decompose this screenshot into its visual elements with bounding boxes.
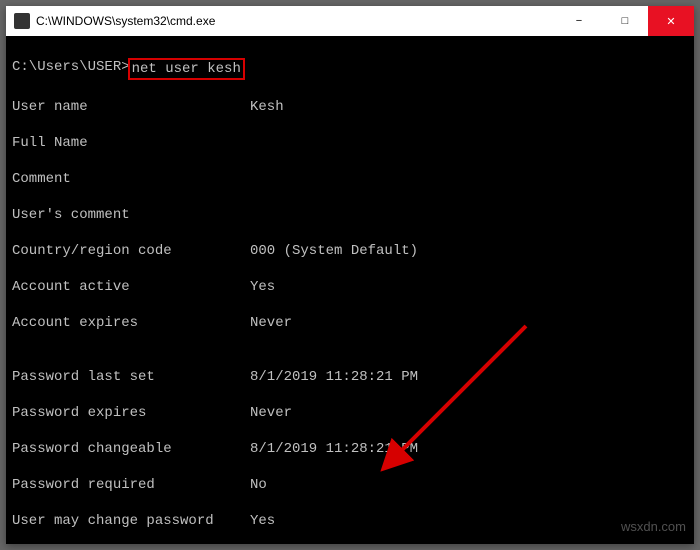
row-value: Never — [250, 314, 292, 332]
row-value: Yes — [250, 278, 275, 296]
row-label: Full Name — [12, 134, 250, 152]
row-label: Password last set — [12, 368, 250, 386]
close-button[interactable]: ✕ — [648, 6, 694, 36]
row-value: 8/1/2019 11:28:21 PM — [250, 440, 418, 458]
row-value: Yes — [250, 512, 275, 530]
cmd-window: C:\WINDOWS\system32\cmd.exe − □ ✕ C:\Use… — [6, 6, 694, 544]
row-value: Never — [250, 404, 292, 422]
row-label: Account active — [12, 278, 250, 296]
row-value: 000 (System Default) — [250, 242, 418, 260]
row-label: Country/region code — [12, 242, 250, 260]
window-title: C:\WINDOWS\system32\cmd.exe — [36, 14, 556, 28]
row-label: Comment — [12, 170, 250, 188]
row-label: Password changeable — [12, 440, 250, 458]
row-label: User may change password — [12, 512, 250, 530]
prompt-path: C:\Users\USER> — [12, 58, 130, 80]
minimize-button[interactable]: − — [556, 6, 602, 36]
cmd-icon — [14, 13, 30, 29]
row-value: No — [250, 476, 267, 494]
row-value: Kesh — [250, 98, 284, 116]
terminal-output[interactable]: C:\Users\USER>net user kesh User nameKes… — [6, 36, 694, 544]
row-label: Password required — [12, 476, 250, 494]
row-label: User name — [12, 98, 250, 116]
row-label: Account expires — [12, 314, 250, 332]
row-label: User's comment — [12, 206, 250, 224]
row-label: Password expires — [12, 404, 250, 422]
maximize-button[interactable]: □ — [602, 6, 648, 36]
arrow-annotation-icon — [366, 306, 546, 486]
watermark: wsxdn.com — [621, 518, 686, 536]
row-value: 8/1/2019 11:28:21 PM — [250, 368, 418, 386]
titlebar[interactable]: C:\WINDOWS\system32\cmd.exe − □ ✕ — [6, 6, 694, 36]
command-highlight: net user kesh — [128, 58, 245, 80]
